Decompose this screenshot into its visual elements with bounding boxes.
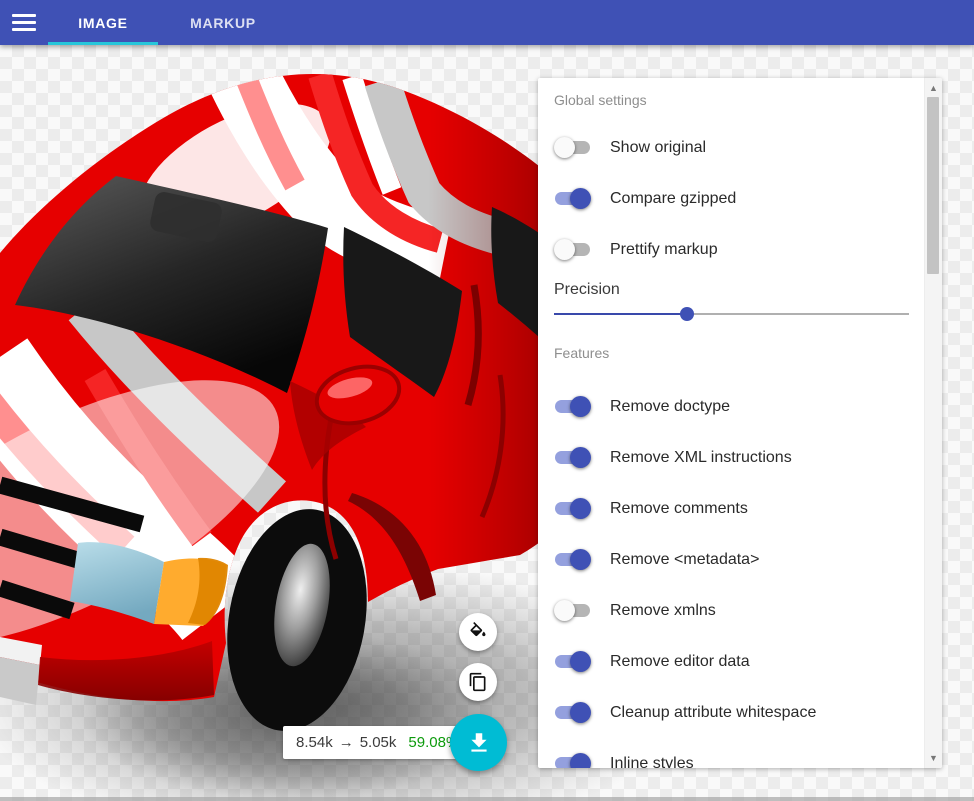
precision-slider[interactable] [554,301,909,327]
switch[interactable] [554,396,591,417]
tab-image-label: IMAGE [78,15,127,31]
copy-markup-button[interactable] [459,663,497,701]
download-button[interactable] [450,714,507,771]
panel-scrollbar[interactable]: ▲ ▼ [924,78,942,768]
app-bar: IMAGE MARKUP [0,0,974,45]
toggle-label: Show original [610,139,706,157]
toggle-label: Inline styles [610,755,694,769]
toggle-prettify-markup[interactable]: Prettify markup [538,224,925,275]
switch[interactable] [554,137,591,158]
toggle-label: Remove editor data [610,653,750,671]
toggle-label: Remove comments [610,500,748,518]
toggle-inline-styles[interactable]: Inline styles [538,738,925,768]
toggle-label: Remove doctype [610,398,730,416]
toggle-label: Prettify markup [610,241,718,259]
menu-icon [12,10,36,35]
switch[interactable] [554,188,591,209]
toggle-label: Cleanup attribute whitespace [610,704,816,722]
switch[interactable] [554,239,591,260]
toggle-compare-gzipped[interactable]: Compare gzipped [538,173,925,224]
toggle-remove-xmlns[interactable]: Remove xmlns [538,585,925,636]
switch[interactable] [554,651,591,672]
precision-label: Precision [554,279,909,301]
toggle-label: Remove <metadata> [610,551,759,569]
tab-image[interactable]: IMAGE [48,0,158,45]
toggle-remove-metadata[interactable]: Remove <metadata> [538,534,925,585]
switch[interactable] [554,447,591,468]
switch[interactable] [554,549,591,570]
original-size: 8.54k [296,734,333,751]
tab-markup[interactable]: MARKUP [158,0,288,45]
toggle-cleanup-attribute-whitespace[interactable]: Cleanup attribute whitespace [538,687,925,738]
paint-fill-icon [468,622,488,642]
toggle-remove-editor-data[interactable]: Remove editor data [538,636,925,687]
toggle-remove-doctype[interactable]: Remove doctype [538,381,925,432]
scrollbar-thumb[interactable] [927,97,939,274]
precision-slider-thumb[interactable] [680,307,694,321]
toggle-show-original[interactable]: Show original [538,122,925,173]
arrow-glyph: → [339,734,354,751]
global-settings-header: Global settings [538,90,925,110]
switch[interactable] [554,753,591,768]
optimized-size: 5.05k [360,734,397,751]
toggle-label: Remove XML instructions [610,449,792,467]
scroll-down-icon[interactable]: ▼ [925,750,942,766]
background-color-button[interactable] [459,613,497,651]
toggle-remove-comments[interactable]: Remove comments [538,483,925,534]
switch[interactable] [554,498,591,519]
download-icon [466,730,492,756]
switch[interactable] [554,600,591,621]
switch[interactable] [554,702,591,723]
menu-button[interactable] [0,0,48,45]
toggle-remove-xml-instructions[interactable]: Remove XML instructions [538,432,925,483]
precision-slider-fill [554,313,687,315]
active-tab-underline [48,42,158,45]
settings-panel: Global settings Show original Compare gz… [538,78,942,768]
precision-setting: Precision [538,275,925,327]
tab-markup-label: MARKUP [190,15,256,31]
view-tabs: IMAGE MARKUP [48,0,288,45]
toggle-label: Remove xmlns [610,602,716,620]
features-header: Features [538,343,925,363]
copy-icon [468,672,488,692]
page-bottom-edge [0,797,974,801]
scroll-up-icon[interactable]: ▲ [925,80,942,96]
toggle-label: Compare gzipped [610,190,736,208]
